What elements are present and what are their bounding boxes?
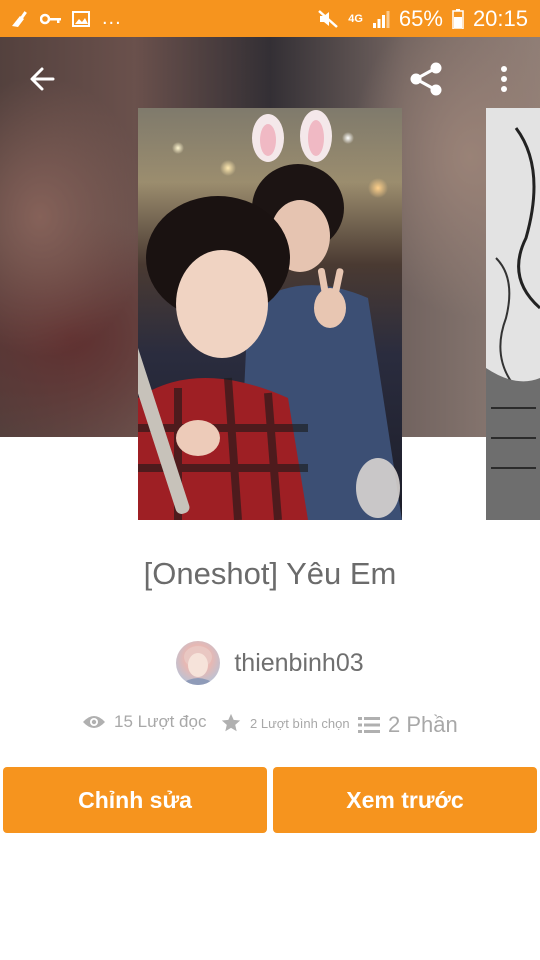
cleaner-icon bbox=[12, 10, 27, 27]
notification-icons: ... bbox=[0, 7, 122, 30]
status-bar: ... 4G 65% 20:15 bbox=[0, 0, 540, 37]
mute-icon bbox=[318, 9, 339, 28]
story-stats: 15 Lượt đọc 2 Lượt bình chọn 2 Phần bbox=[0, 712, 540, 742]
clock: 20:15 bbox=[472, 5, 528, 31]
next-cover-illustration bbox=[486, 108, 540, 520]
votes-count: 2 Lượt bình chọn bbox=[250, 715, 350, 731]
parts-count[interactable]: 2 Phần bbox=[388, 712, 458, 738]
author-name[interactable]: thienbinh03 bbox=[234, 649, 363, 678]
eye-icon bbox=[83, 716, 105, 728]
battery-icon bbox=[452, 8, 464, 29]
share-button[interactable] bbox=[404, 57, 448, 101]
preview-button[interactable]: Xem trước bbox=[273, 767, 537, 833]
key-icon bbox=[40, 13, 61, 24]
battery-percent: 65% bbox=[398, 5, 443, 31]
reads-count: 15 Lượt đọc bbox=[114, 712, 207, 731]
parts-stat[interactable]: 2 Phần bbox=[358, 712, 458, 738]
author-row[interactable]: thienbinh03 bbox=[0, 640, 540, 686]
story-title: [Oneshot] Yêu Em bbox=[143, 556, 397, 591]
story-cover[interactable] bbox=[138, 108, 402, 520]
more-vert-icon bbox=[501, 66, 507, 92]
image-icon bbox=[72, 10, 90, 27]
system-icons: 4G 65% 20:15 bbox=[317, 0, 528, 37]
cover-illustration bbox=[138, 110, 402, 520]
avatar-image bbox=[180, 646, 217, 685]
reads-stat: 15 Lượt đọc bbox=[82, 712, 206, 732]
signal-icon bbox=[372, 10, 390, 28]
share-icon bbox=[410, 62, 442, 96]
edit-button[interactable]: Chỉnh sửa bbox=[3, 767, 267, 833]
back-button[interactable] bbox=[22, 59, 62, 99]
next-story-cover[interactable] bbox=[486, 108, 540, 520]
network-type: 4G bbox=[348, 12, 363, 25]
back-arrow-icon bbox=[30, 67, 55, 91]
avatar[interactable] bbox=[176, 641, 221, 685]
star-icon bbox=[221, 713, 241, 732]
list-icon bbox=[358, 717, 380, 733]
more-notifications: ... bbox=[102, 7, 122, 29]
votes-stat: 2 Lượt bình chọn bbox=[220, 712, 350, 734]
more-options-button[interactable] bbox=[488, 59, 520, 99]
